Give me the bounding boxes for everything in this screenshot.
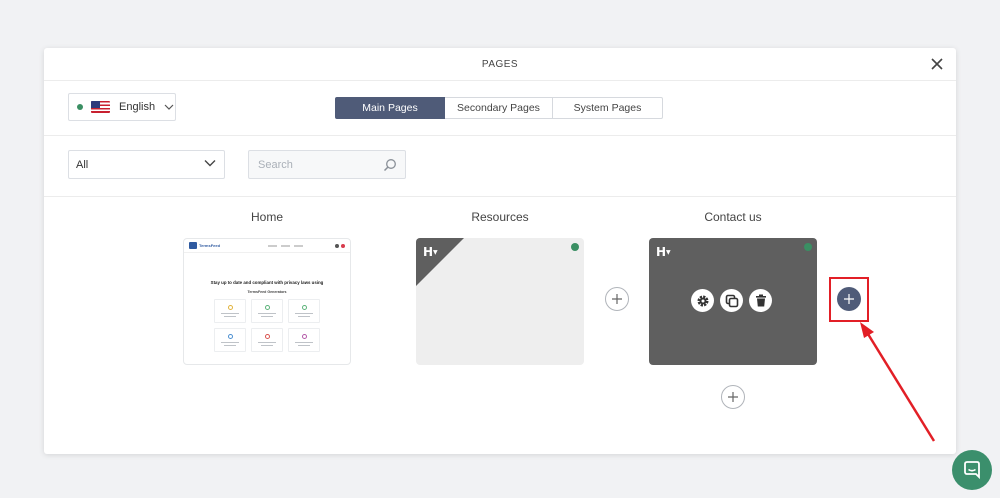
us-flag-icon — [91, 101, 110, 113]
page-title-resources: Resources — [471, 210, 529, 224]
tab-main-pages[interactable]: Main Pages — [335, 97, 445, 119]
published-status-dot — [571, 243, 579, 251]
tab-secondary-pages[interactable]: Secondary Pages — [445, 97, 553, 119]
search-icon[interactable] — [383, 158, 397, 172]
page-card-resources[interactable]: H▼ — [416, 238, 584, 365]
add-page-button[interactable] — [605, 287, 629, 311]
language-status-dot — [77, 104, 83, 110]
duplicate-button[interactable] — [720, 289, 743, 312]
gear-icon — [697, 295, 708, 306]
preview-navbar: TermsFeed — [184, 239, 350, 253]
add-subpage-button[interactable] — [721, 385, 745, 409]
plus-icon — [844, 294, 854, 304]
modal-header: PAGES — [44, 48, 956, 81]
avatar — [335, 243, 339, 248]
plus-icon — [728, 392, 738, 402]
preview-tile — [214, 328, 246, 352]
chat-icon — [964, 461, 980, 480]
page-title-contact: Contact us — [704, 210, 762, 224]
preview-brand: TermsFeed — [199, 243, 221, 248]
page-title-home: Home — [250, 210, 283, 224]
published-status-dot — [804, 243, 812, 251]
search-input[interactable] — [249, 151, 369, 178]
tab-system-pages[interactable]: System Pages — [553, 97, 663, 119]
preview-tile — [288, 328, 320, 352]
plus-icon — [612, 294, 622, 304]
language-label: English — [119, 101, 156, 113]
preview-tile — [214, 299, 246, 323]
h-menu-icon[interactable]: H▼ — [656, 245, 671, 259]
close-icon[interactable] — [928, 55, 946, 73]
card-actions — [691, 289, 772, 312]
filter-selected-value: All — [76, 158, 89, 171]
page-card-contact[interactable]: H▼ — [649, 238, 817, 365]
chat-button[interactable] — [952, 450, 992, 490]
preview-nav-links — [268, 244, 304, 247]
chevron-down-icon — [164, 104, 174, 110]
page-type-tabs: Main Pages Secondary Pages System Pages — [335, 97, 663, 119]
preview-tile — [288, 299, 320, 323]
preview-subheadline: TermsFeed Generators — [247, 290, 287, 294]
language-select[interactable]: English — [68, 93, 176, 121]
trash-icon — [755, 294, 766, 307]
preview-tile — [251, 328, 283, 352]
add-page-after-button[interactable] — [837, 287, 861, 311]
search-box — [248, 150, 406, 179]
modal-title: PAGES — [481, 59, 519, 70]
preview-tile — [251, 299, 283, 323]
settings-button[interactable] — [691, 289, 714, 312]
toolbar: English Main Pages Secondary Pages Syste… — [44, 81, 956, 136]
preview-generator-grid — [184, 299, 350, 352]
copy-icon — [725, 294, 738, 307]
avatar — [341, 243, 345, 248]
brand-logo-icon — [189, 242, 197, 249]
page-card-home[interactable]: TermsFeed Stay up to date and compliant … — [183, 238, 351, 365]
preview-headline: Stay up to date and compliant with priva… — [210, 280, 324, 285]
h-menu-icon[interactable]: H▼ — [423, 245, 438, 259]
delete-button[interactable] — [749, 289, 772, 312]
chevron-down-icon — [204, 160, 216, 167]
filter-bar: All — [44, 136, 956, 197]
filter-select[interactable]: All — [68, 150, 225, 179]
